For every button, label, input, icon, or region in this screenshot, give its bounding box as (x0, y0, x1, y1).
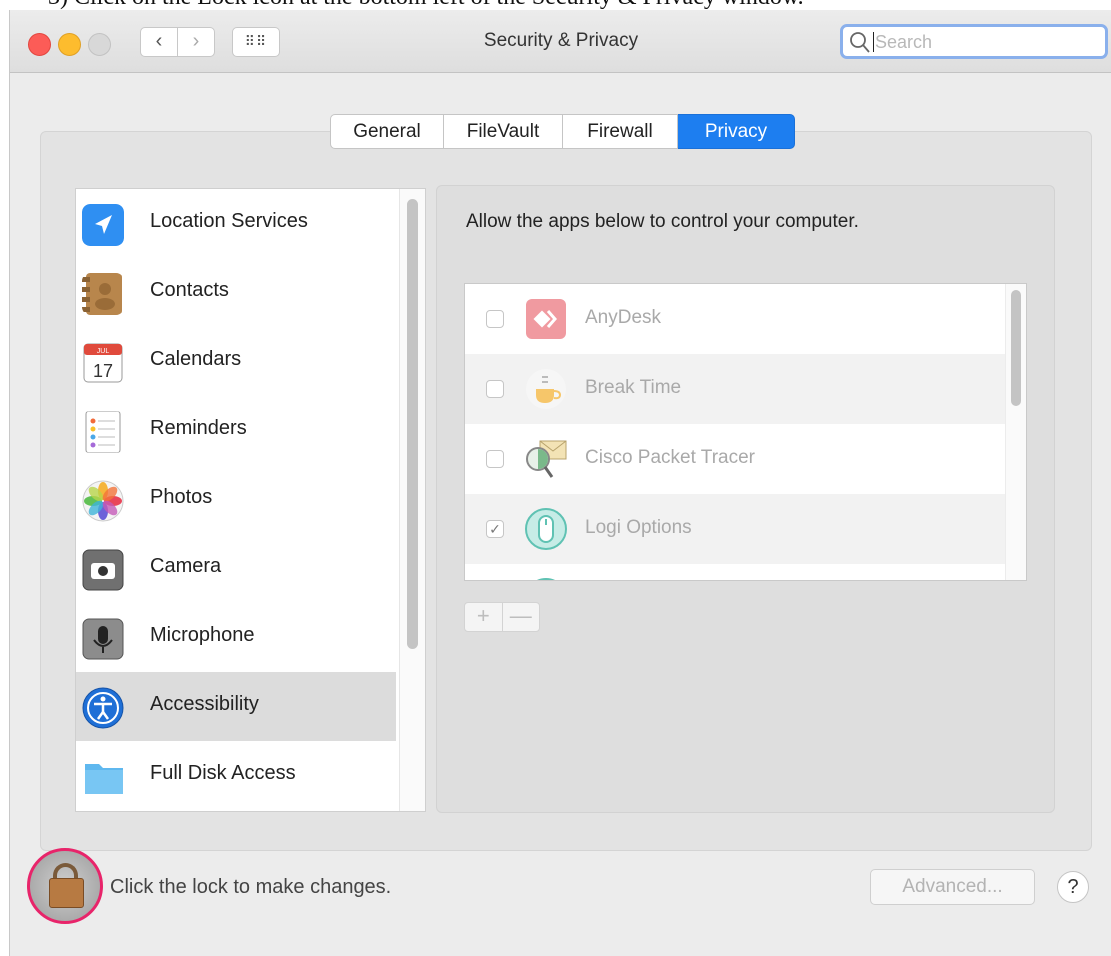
sidebar-item-contacts[interactable]: Contacts (76, 258, 396, 327)
sidebar-item-calendars[interactable]: JUL 17 Calendars (76, 327, 396, 396)
tab-general[interactable]: General (330, 114, 444, 149)
lock-button[interactable] (27, 848, 103, 924)
app-label: Cisco Packet Tracer (585, 447, 755, 468)
pane-description: Allow the apps below to control your com… (466, 211, 859, 232)
app-row-break-time[interactable]: Break Time (465, 354, 1005, 424)
contacts-book-icon (82, 273, 122, 315)
tab-firewall[interactable]: Firewall (563, 114, 678, 149)
calendar-icon: JUL 17 (83, 343, 123, 383)
sidebar-item-label: Calendars (150, 348, 242, 370)
accessibility-detail-pane: Allow the apps below to control your com… (436, 185, 1055, 813)
app-label: Logi Options (585, 517, 692, 538)
sidebar-item-label: Accessibility (150, 693, 259, 715)
remove-app-button[interactable]: — (503, 603, 540, 631)
sidebar-item-label: Full Disk Access (150, 762, 296, 784)
lock-hint-text: Click the lock to make changes. (110, 876, 392, 898)
mouse-icon (525, 508, 567, 550)
sidebar-item-label: Microphone (150, 624, 255, 646)
privacy-category-list: Location Services Contacts JUL 17 Calend… (75, 188, 426, 812)
sidebar-item-camera[interactable]: Camera (76, 534, 396, 603)
app-list-scroll-thumb[interactable] (1011, 290, 1021, 406)
sidebar-item-label: Location Services (150, 210, 308, 232)
app-checkbox[interactable]: ✓ (486, 520, 504, 538)
app-label: AnyDesk (585, 307, 662, 328)
app-checkbox[interactable] (486, 450, 504, 468)
microphone-icon (82, 618, 124, 660)
anydesk-icon (526, 299, 566, 339)
add-remove-control: + — (464, 602, 540, 632)
app-row-cisco-packet-tracer[interactable]: Cisco Packet Tracer (465, 424, 1005, 494)
location-arrow-icon (82, 204, 124, 246)
svg-text:17: 17 (93, 361, 113, 381)
app-row-logi-options[interactable]: ✓ Logi Options (465, 494, 1005, 564)
text-caret (873, 32, 874, 52)
photos-flower-icon (82, 480, 124, 522)
security-privacy-window: ‹ › ⠿⠿ Security & Privacy Search Locatio… (9, 10, 1111, 956)
search-placeholder: Search (875, 32, 933, 52)
app-icon-partial (537, 578, 555, 580)
sidebar-item-microphone[interactable]: Microphone (76, 603, 396, 672)
search-icon (850, 32, 870, 53)
add-app-button[interactable]: + (465, 603, 503, 631)
sidebar-item-accessibility[interactable]: Accessibility (76, 672, 396, 741)
lock-icon (49, 878, 84, 908)
sidebar-item-photos[interactable]: Photos (76, 465, 396, 534)
camera-icon (82, 549, 124, 591)
app-list: AnyDesk Break Time Cisco Packet Tracer ✓… (464, 283, 1027, 581)
tab-filevault[interactable]: FileVault (444, 114, 563, 149)
reminders-list-icon (85, 411, 121, 453)
app-row-partial[interactable] (465, 564, 1005, 580)
sidebar-item-label: Camera (150, 555, 222, 577)
sidebar-item-label: Contacts (150, 279, 229, 301)
sidebar-scroll-thumb[interactable] (407, 199, 418, 649)
privacy-panel: Location Services Contacts JUL 17 Calend… (40, 131, 1092, 851)
checkmark-icon: ✓ (489, 521, 501, 537)
accessibility-person-icon (82, 687, 124, 729)
app-label: Break Time (585, 377, 682, 398)
folder-icon (85, 764, 123, 794)
packet-tracer-icon (526, 440, 567, 478)
app-checkbox[interactable] (486, 380, 504, 398)
sidebar-item-reminders[interactable]: Reminders (76, 396, 396, 465)
sidebar-scrollbar[interactable] (399, 189, 425, 811)
advanced-button[interactable]: Advanced... (870, 869, 1035, 905)
sidebar-item-location-services[interactable]: Location Services (76, 189, 396, 258)
svg-text:JUL: JUL (97, 348, 110, 355)
sidebar-item-label: Reminders (150, 417, 247, 439)
help-button[interactable]: ? (1057, 871, 1089, 903)
search-field[interactable]: Search (840, 24, 1108, 59)
sidebar-item-label: Photos (150, 486, 213, 508)
app-list-scrollbar[interactable] (1005, 284, 1026, 580)
sidebar-item-full-disk-access[interactable]: Full Disk Access (76, 741, 396, 810)
app-checkbox[interactable] (486, 310, 504, 328)
app-row-anydesk[interactable]: AnyDesk (465, 284, 1005, 354)
title-bar: ‹ › ⠿⠿ Security & Privacy Search (10, 10, 1111, 73)
tab-bar: General FileVault Firewall Privacy (330, 114, 795, 149)
coffee-cup-icon (526, 369, 566, 409)
tab-privacy[interactable]: Privacy (678, 114, 795, 149)
